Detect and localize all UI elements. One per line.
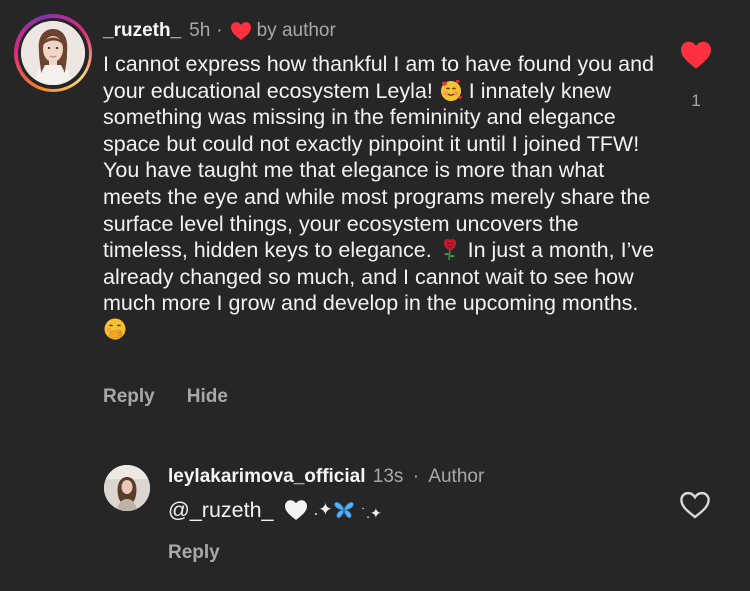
mention-link[interactable]: @_ruzeth_ bbox=[168, 497, 274, 523]
hide-button[interactable]: Hide bbox=[187, 386, 228, 408]
comment-time: 5h bbox=[189, 20, 211, 41]
butterfly-icon bbox=[333, 499, 355, 521]
separator: · bbox=[216, 20, 223, 41]
comments-view: _ruzeth_ 5h · by author I cannot express… bbox=[0, 0, 750, 591]
heart-filled-icon[interactable] bbox=[679, 40, 713, 75]
white-heart-icon bbox=[284, 498, 308, 522]
like-count: 1 bbox=[691, 91, 701, 110]
avatar-story-ring[interactable] bbox=[14, 14, 92, 92]
reply-header: leylakarimova_official 13s · Author bbox=[168, 465, 484, 489]
smiling-face-with-hearts-icon bbox=[439, 78, 463, 102]
sparkle-decor-2: ˙.✦ bbox=[361, 505, 382, 521]
author-badge: Author bbox=[428, 466, 485, 487]
reply-reply-button[interactable]: Reply bbox=[168, 542, 220, 564]
comment-like-control: 1 bbox=[677, 40, 715, 110]
reply-time: 13s bbox=[372, 466, 404, 487]
reply-avatar[interactable] bbox=[104, 465, 150, 511]
avatar bbox=[21, 21, 85, 85]
comment-header: _ruzeth_ 5h · by author bbox=[103, 18, 336, 44]
reply-button[interactable]: Reply bbox=[103, 386, 155, 408]
reply-username[interactable]: leylakarimova_official bbox=[168, 466, 366, 487]
liked-by-author-heart-icon bbox=[230, 21, 252, 41]
rose-icon bbox=[438, 237, 462, 261]
comment-username[interactable]: _ruzeth_ bbox=[103, 18, 181, 44]
comment-actions: Reply Hide bbox=[103, 386, 228, 408]
reply-body: @_ruzeth_ .✦ ˙.✦ bbox=[168, 497, 382, 523]
liked-by-author-label: by author bbox=[256, 20, 336, 41]
sparkle-decor: .✦ bbox=[313, 500, 333, 519]
heart-outline-icon[interactable] bbox=[679, 490, 713, 522]
comment-body: I cannot express how thankful I am to ha… bbox=[103, 51, 663, 344]
separator: · bbox=[412, 466, 420, 487]
face-with-hand-over-mouth-icon bbox=[103, 317, 127, 341]
